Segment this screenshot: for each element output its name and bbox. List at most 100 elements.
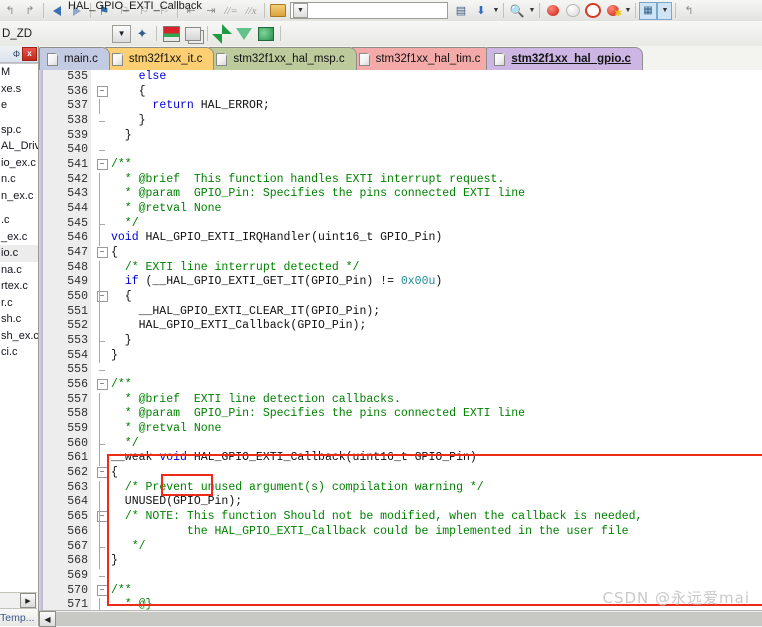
project-tree[interactable]: Mxe.s e sp.c AL_Driv io_ex.c n.c n_ex.c .c _ex.c… <box>0 63 38 609</box>
code-line[interactable]: 563 /* Prevent unused argument(s) compil… <box>43 480 762 496</box>
fold-toggle-icon[interactable]: − <box>95 378 109 393</box>
code-line[interactable]: 539 } <box>43 128 762 144</box>
tree-item[interactable]: n.c <box>0 171 38 188</box>
manage-project-items-icon[interactable] <box>211 23 233 44</box>
target-options-dropdown[interactable]: ▼ <box>112 24 132 43</box>
navigate-back-icon[interactable] <box>47 1 67 20</box>
code-line[interactable]: 553 } <box>43 334 762 349</box>
code-line[interactable]: 542 * @brief This function handles EXTI … <box>43 172 762 188</box>
close-icon[interactable]: x <box>22 47 37 61</box>
editor-hscrollbar[interactable]: ◀ <box>39 610 762 627</box>
find-in-files-icon[interactable]: ▤ <box>451 1 471 20</box>
code-lines[interactable]: 535 else 536− {537 return HAL_ERROR; 538 }… <box>43 70 762 610</box>
pack-installer-icon[interactable] <box>255 24 277 43</box>
code-line[interactable]: 556−/** <box>43 378 762 393</box>
code-line[interactable]: 547−{ <box>43 246 762 261</box>
code-line[interactable]: 565− /* NOTE: This function Should not b… <box>43 510 762 525</box>
tree-item[interactable]: ci.c <box>0 344 38 361</box>
insert-dropdown-icon[interactable]: ▼ <box>491 1 500 20</box>
code-line[interactable]: 561 __weak void HAL_GPIO_EXTI_Callback(ui… <box>43 451 762 467</box>
batch-build-icon[interactable] <box>182 24 204 43</box>
more-toolbar-icon[interactable]: ↰ <box>679 1 699 20</box>
code-line[interactable]: 566 the HAL_GPIO_EXTI_Callback could be … <box>43 524 762 540</box>
code-line[interactable]: 564 UNUSED(GPIO_Pin); <box>43 495 762 511</box>
uncomment-lines-icon[interactable]: //x <box>241 1 261 20</box>
code-line[interactable]: 567 */ <box>43 539 762 555</box>
code-line[interactable]: 544 * @retval None <box>43 202 762 217</box>
code-line[interactable]: 557 * @brief EXTI line detection callbac… <box>43 392 762 408</box>
code-line[interactable]: 537 return HAL_ERROR; <box>43 99 762 115</box>
code-line[interactable]: 550− { <box>43 290 762 305</box>
fold-toggle-icon[interactable]: − <box>95 290 109 305</box>
code-line[interactable]: 541−/** <box>43 158 762 173</box>
editor-tab[interactable]: main.c <box>39 47 110 70</box>
find-combo-dropdown-icon[interactable]: ▼ <box>293 3 308 18</box>
tree-item[interactable]: sh.c <box>0 311 38 328</box>
code-line[interactable]: 538 } <box>43 114 762 129</box>
build-target-icon[interactable] <box>160 24 182 43</box>
find-dropdown-icon[interactable]: ▼ <box>527 1 536 20</box>
tree-item[interactable]: r.c <box>0 295 38 312</box>
tree-item[interactable]: e <box>0 97 38 114</box>
project-panel-tab-templates[interactable]: Temp... <box>0 608 37 626</box>
fold-toggle-icon[interactable]: − <box>95 85 109 100</box>
run-time-environment-icon[interactable] <box>233 24 255 43</box>
code-line[interactable]: 548 /* EXTI line interrupt detected */ <box>43 260 762 276</box>
fold-toggle-icon[interactable]: − <box>95 158 109 173</box>
editor-hscroll-track[interactable] <box>56 612 762 626</box>
indent-increase-icon[interactable]: ⇥ <box>201 1 221 20</box>
find-combo-box[interactable]: HAL_GPIO_EXTI_Callback ▼ <box>68 0 448 19</box>
tree-item[interactable]: xe.s <box>0 81 38 98</box>
code-line[interactable]: 536− { <box>43 84 762 100</box>
tree-item[interactable]: AL_Driv <box>0 138 38 155</box>
breakpoint-toggle-icon[interactable]: ✱ <box>603 1 623 20</box>
tree-item[interactable]: na.c <box>0 262 38 279</box>
insert-down-icon[interactable]: ⬇ <box>471 1 491 20</box>
code-line[interactable]: 535 else <box>43 70 762 85</box>
tree-item[interactable]: io.c <box>0 245 38 262</box>
project-tree-hscrollbar[interactable]: ▶ <box>0 592 37 608</box>
editor-tab[interactable]: stm32f1xx_hal_tim.c <box>350 47 493 70</box>
code-line[interactable]: 552 HAL_GPIO_EXTI_Callback(GPIO_Pin); <box>43 319 762 335</box>
redo-arrow-icon[interactable]: ↱ <box>20 1 40 20</box>
breakpoint-dropdown-icon[interactable]: ▼ <box>623 1 632 20</box>
breakpoint-disabled-icon[interactable] <box>563 1 583 20</box>
code-line[interactable]: 551 __HAL_GPIO_EXTI_CLEAR_IT(GPIO_Pin); <box>43 304 762 320</box>
fold-toggle-icon[interactable]: − <box>95 510 109 525</box>
tree-item[interactable]: n_ex.c <box>0 188 38 205</box>
watch-window-dropdown-icon[interactable]: ▼ <box>657 1 672 20</box>
undo-arrow-icon[interactable]: ↰ <box>0 1 20 20</box>
breakpoint-icon[interactable] <box>543 1 563 20</box>
code-line[interactable]: 560 */ <box>43 436 762 452</box>
code-line[interactable]: 568} <box>43 554 762 569</box>
code-line[interactable]: 546 void HAL_GPIO_EXTI_IRQHandler(uint16_… <box>43 231 762 247</box>
fold-toggle-icon[interactable]: − <box>95 246 109 261</box>
code-line[interactable]: 545 */ <box>43 216 762 232</box>
tree-item[interactable]: _ex.c <box>0 229 38 246</box>
code-line[interactable]: 559 * @retval None <box>43 422 762 437</box>
code-line[interactable]: 554} <box>43 348 762 364</box>
open-folder-icon[interactable] <box>268 1 288 20</box>
tree-item[interactable]: rtex.c <box>0 278 38 295</box>
pin-icon[interactable]: Φ <box>13 49 20 59</box>
editor-tab[interactable]: stm32f1xx_hal_gpio.c <box>486 47 643 70</box>
scroll-right-icon[interactable]: ▶ <box>20 593 36 608</box>
code-line[interactable]: 549 if (__HAL_GPIO_EXTI_GET_IT(GPIO_Pin)… <box>43 275 762 291</box>
code-line[interactable]: 569 <box>43 568 762 584</box>
comment-lines-icon[interactable]: //= <box>221 1 241 20</box>
fold-toggle-icon[interactable]: − <box>95 466 109 481</box>
tree-item[interactable]: sp.c <box>0 122 38 139</box>
find-icon[interactable]: 🔍 <box>507 1 527 20</box>
code-line[interactable]: 555 <box>43 363 762 379</box>
editor-tab[interactable]: stm32f1xx_it.c <box>103 47 215 70</box>
tree-item[interactable]: io_ex.c <box>0 155 38 172</box>
code-line[interactable]: 562−{ <box>43 466 762 481</box>
editor-tab[interactable]: stm32f1xx_hal_msp.c <box>208 47 357 70</box>
magic-wand-icon[interactable]: ✦ <box>131 24 153 43</box>
breakpoint-clear-icon[interactable] <box>583 1 603 20</box>
code-editor[interactable]: 535 else 536− {537 return HAL_ERROR; 538 }… <box>39 70 762 610</box>
code-line[interactable]: 540 <box>43 143 762 159</box>
scroll-left-icon[interactable]: ◀ <box>39 611 56 627</box>
fold-toggle-icon[interactable]: − <box>95 584 109 599</box>
tree-item[interactable]: sh_ex.c <box>0 328 38 345</box>
